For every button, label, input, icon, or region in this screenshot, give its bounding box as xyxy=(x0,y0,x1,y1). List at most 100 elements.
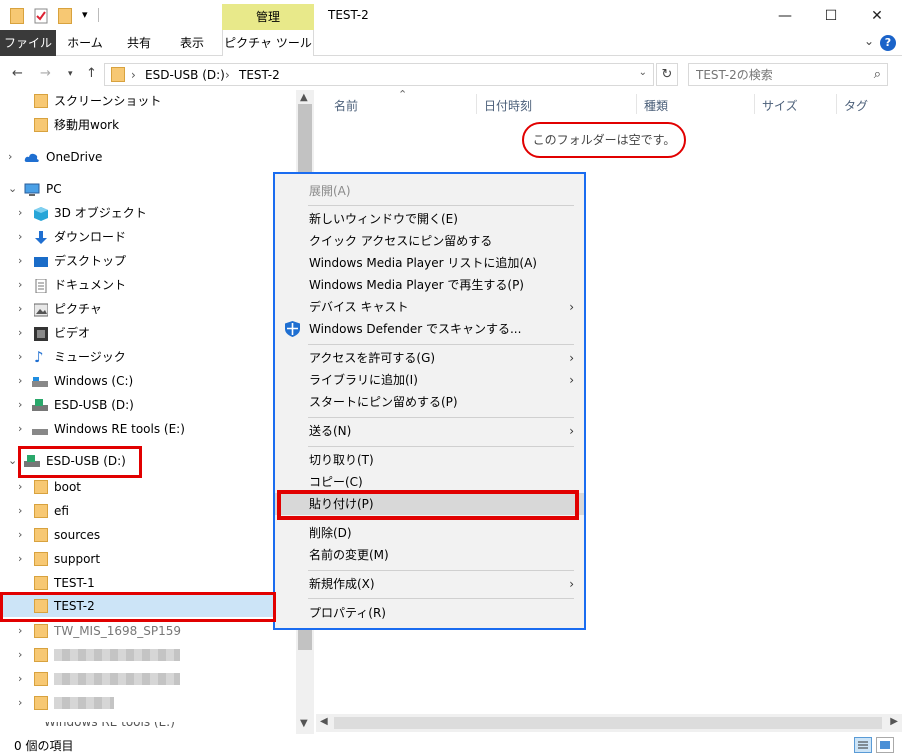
nav-item-windows-c[interactable]: › Windows (C:) xyxy=(0,370,296,392)
up-arrow-icon[interactable]: ↑ xyxy=(86,66,97,81)
nav-item-screenshots[interactable]: スクリーンショット xyxy=(0,90,296,112)
nav-item-tw-mis[interactable]: › TW_MIS_1698_SP159 xyxy=(0,620,296,642)
menu-item-send-to[interactable]: 送る(N) › xyxy=(275,420,584,442)
nav-item-3d-objects[interactable]: › 3D オブジェクト xyxy=(0,202,296,224)
nav-item-pc[interactable]: ⌄ PC xyxy=(0,178,296,200)
column-separator[interactable] xyxy=(636,94,637,114)
menu-item-wmp-play[interactable]: Windows Media Player で再生する(P) xyxy=(275,274,584,296)
minimize-button[interactable]: — xyxy=(762,4,808,28)
column-header-tags[interactable]: タグ xyxy=(844,94,868,118)
menu-item-pin-start[interactable]: スタートにピン留めする(P) xyxy=(275,391,584,413)
nav-item-redacted[interactable]: › xyxy=(0,668,296,690)
menu-item-properties[interactable]: プロパティ(R) xyxy=(275,602,584,624)
breadcrumb-folder[interactable]: TEST-2 xyxy=(239,68,280,82)
address-dropdown-icon[interactable]: ⌄ xyxy=(639,67,647,78)
tab-view[interactable]: 表示 xyxy=(170,30,214,56)
maximize-button[interactable]: ☐ xyxy=(808,4,854,28)
nav-item-efi[interactable]: › efi xyxy=(0,500,296,522)
menu-item-give-access[interactable]: アクセスを許可する(G) › xyxy=(275,347,584,369)
scroll-left-arrow-icon[interactable]: ◀ xyxy=(320,716,328,727)
horizontal-scrollbar[interactable]: ◀ ▶ xyxy=(316,714,902,732)
address-bar[interactable]: › ESD-USB (D:) › TEST-2 ⌄ xyxy=(104,63,654,86)
chevron-right-icon[interactable]: › xyxy=(18,274,22,296)
chevron-right-icon[interactable]: › xyxy=(18,500,22,522)
menu-item-device-cast[interactable]: デバイス キャスト › xyxy=(275,296,584,318)
chevron-right-icon[interactable]: › xyxy=(18,202,22,224)
tab-file[interactable]: ファイル xyxy=(0,30,56,56)
help-icon[interactable]: ? xyxy=(880,35,896,51)
scrollbar-thumb[interactable] xyxy=(334,717,882,729)
nav-item-music[interactable]: › ♪ ミュージック xyxy=(0,346,296,368)
column-separator[interactable] xyxy=(836,94,837,114)
chevron-right-icon[interactable]: › xyxy=(18,250,22,272)
ribbon-expand-icon[interactable]: ⌄ xyxy=(864,34,874,48)
search-icon[interactable]: ⌕ xyxy=(874,67,881,82)
chevron-right-icon[interactable]: › xyxy=(18,370,22,392)
chevron-down-icon[interactable]: ⌄ xyxy=(8,450,17,472)
quick-access-dropdown-icon[interactable]: ▾ xyxy=(82,8,88,21)
nav-item-work[interactable]: 移動用work xyxy=(0,114,296,136)
search-box[interactable]: ⌕ xyxy=(688,63,888,86)
search-input[interactable] xyxy=(689,64,859,85)
chevron-right-icon[interactable]: › xyxy=(18,620,22,642)
nav-item-onedrive[interactable]: › OneDrive xyxy=(0,146,296,168)
tab-picture-tools[interactable]: ピクチャ ツール xyxy=(222,30,314,56)
menu-item-pin-quick-access[interactable]: クイック アクセスにピン留めする xyxy=(275,230,584,252)
nav-item-esd-usb[interactable]: › ESD-USB (D:) xyxy=(0,394,296,416)
scroll-right-arrow-icon[interactable]: ▶ xyxy=(890,716,898,727)
menu-item-cut[interactable]: 切り取り(T) xyxy=(275,449,584,471)
recent-locations-chevron-icon[interactable]: ▾ xyxy=(68,69,73,79)
breadcrumb-separator[interactable]: › xyxy=(225,68,230,82)
nav-item-test-1[interactable]: TEST-1 xyxy=(0,572,296,594)
chevron-right-icon[interactable]: › xyxy=(18,524,22,546)
menu-item-delete[interactable]: 削除(D) xyxy=(275,522,584,544)
nav-item-desktop[interactable]: › デスクトップ xyxy=(0,250,296,272)
chevron-right-icon[interactable]: › xyxy=(18,322,22,344)
chevron-right-icon[interactable]: › xyxy=(18,394,22,416)
new-folder-icon[interactable] xyxy=(58,8,72,24)
chevron-right-icon[interactable]: › xyxy=(18,418,22,440)
chevron-right-icon[interactable]: › xyxy=(8,146,12,168)
menu-item-wmp-add-list[interactable]: Windows Media Player リストに追加(A) xyxy=(275,252,584,274)
nav-item-sources[interactable]: › sources xyxy=(0,524,296,546)
breadcrumb-separator[interactable]: › xyxy=(131,68,136,82)
nav-item-partial[interactable]: Windows RE tools (E:) xyxy=(0,722,296,734)
details-view-icon[interactable] xyxy=(854,737,872,753)
menu-item-new[interactable]: 新規作成(X) › xyxy=(275,573,584,595)
close-button[interactable]: ✕ xyxy=(854,4,900,28)
chevron-right-icon[interactable]: › xyxy=(18,476,22,498)
chevron-down-icon[interactable]: ⌄ xyxy=(8,178,17,200)
nav-item-redacted[interactable]: › xyxy=(0,644,296,666)
chevron-right-icon[interactable]: › xyxy=(18,644,22,666)
column-separator[interactable] xyxy=(754,94,755,114)
forward-arrow-icon[interactable]: → xyxy=(40,66,51,81)
column-header-name[interactable]: 名前 xyxy=(334,94,358,118)
large-icons-view-icon[interactable] xyxy=(876,737,894,753)
nav-item-documents[interactable]: › ドキュメント xyxy=(0,274,296,296)
breadcrumb-drive[interactable]: ESD-USB (D:) xyxy=(145,68,225,82)
column-header-date[interactable]: 日付時刻 xyxy=(484,94,532,118)
nav-item-pictures[interactable]: › ピクチャ xyxy=(0,298,296,320)
nav-item-support[interactable]: › support xyxy=(0,548,296,570)
chevron-right-icon[interactable]: › xyxy=(18,346,22,368)
tab-home[interactable]: ホーム xyxy=(60,30,110,56)
scroll-down-arrow-icon[interactable]: ▼ xyxy=(300,718,308,729)
properties-checkbox-icon[interactable] xyxy=(34,8,48,24)
menu-item-add-to-library[interactable]: ライブラリに追加(I) › xyxy=(275,369,584,391)
nav-item-videos[interactable]: › ビデオ xyxy=(0,322,296,344)
column-separator[interactable] xyxy=(476,94,477,114)
chevron-right-icon[interactable]: › xyxy=(18,548,22,570)
nav-item-downloads[interactable]: › ダウンロード xyxy=(0,226,296,248)
nav-item-boot[interactable]: › boot xyxy=(0,476,296,498)
tab-share[interactable]: 共有 xyxy=(116,30,162,56)
menu-item-rename[interactable]: 名前の変更(M) xyxy=(275,544,584,566)
menu-item-open-new-window[interactable]: 新しいウィンドウで開く(E) xyxy=(275,208,584,230)
refresh-icon[interactable]: ↻ xyxy=(656,63,678,86)
nav-item-windows-re[interactable]: › Windows RE tools (E:) xyxy=(0,418,296,440)
chevron-right-icon[interactable]: › xyxy=(18,298,22,320)
column-header-type[interactable]: 種類 xyxy=(644,94,668,118)
back-arrow-icon[interactable]: ← xyxy=(12,66,23,81)
chevron-right-icon[interactable]: › xyxy=(18,226,22,248)
menu-item-defender-scan[interactable]: Windows Defender でスキャンする... xyxy=(275,318,584,340)
nav-item-redacted[interactable]: › xyxy=(0,692,296,714)
